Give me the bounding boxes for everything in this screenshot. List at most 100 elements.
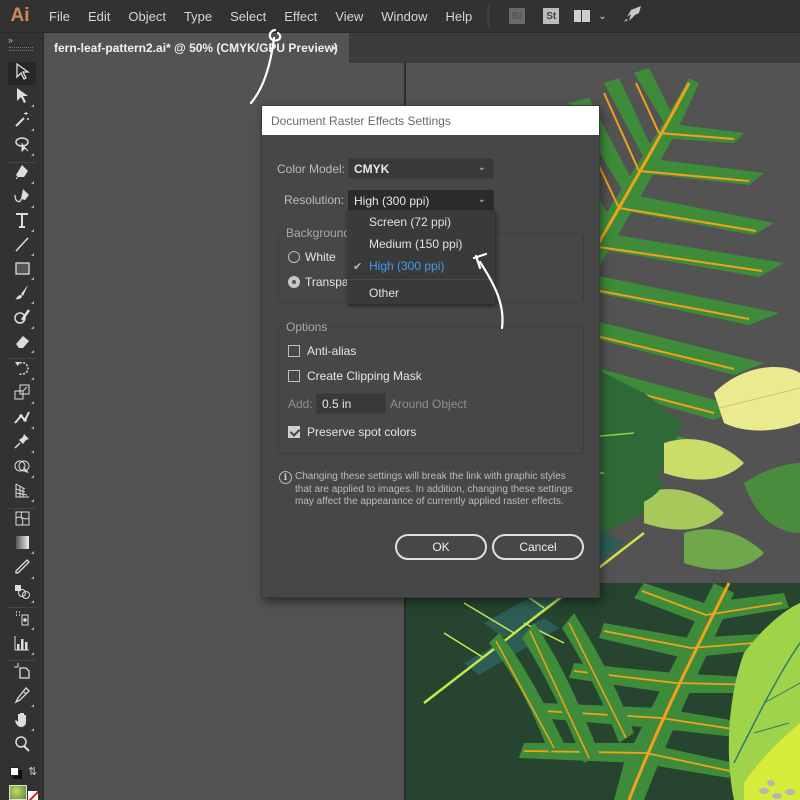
flyout-indicator-icon xyxy=(31,499,34,502)
stroke-swatch-none[interactable] xyxy=(28,791,38,800)
resolution-option-medium[interactable]: Medium (150 ppi) xyxy=(369,237,462,251)
stock-button[interactable]: St xyxy=(543,8,560,24)
tools-panel: ›› ⇅ xyxy=(0,33,44,800)
toolbar-divider xyxy=(8,660,36,661)
menu-type[interactable]: Type xyxy=(175,0,221,33)
color-model-select[interactable]: CMYK ⌄ xyxy=(348,158,494,179)
fill-swatch[interactable] xyxy=(9,785,27,800)
document-tab-bar: fern-leaf-pattern2.ai* @ 50% (CMYK/GPU P… xyxy=(44,33,800,63)
preserve-spot-colors-label: Preserve spot colors xyxy=(307,425,417,439)
magic-wand-tool[interactable] xyxy=(8,110,36,133)
anti-alias-checkbox[interactable]: Anti-alias xyxy=(288,344,356,358)
flyout-indicator-icon xyxy=(31,704,34,707)
pale-leaf xyxy=(714,367,800,431)
flyout-indicator-icon xyxy=(31,728,34,731)
menu-window[interactable]: Window xyxy=(372,0,436,33)
document-tab-title: fern-leaf-pattern2.ai* @ 50% (CMYK/GPU P… xyxy=(54,41,338,55)
rotate-icon xyxy=(13,359,31,382)
chevron-down-icon: ⌄ xyxy=(477,194,486,205)
pin-tool[interactable] xyxy=(8,432,36,455)
pen-tool[interactable] xyxy=(8,163,36,186)
eyedropper-tool[interactable] xyxy=(8,558,36,581)
artboard-tool[interactable] xyxy=(8,662,36,685)
blend-tool[interactable] xyxy=(8,582,36,605)
gradient-icon xyxy=(13,533,31,556)
clipping-mask-checkbox[interactable]: Create Clipping Mask xyxy=(288,369,422,383)
menu-edit[interactable]: Edit xyxy=(79,0,119,33)
scale-tool[interactable] xyxy=(8,383,36,406)
dialog-title-bar[interactable]: Document Raster Effects Settings xyxy=(262,106,599,135)
collapse-panel-icon[interactable]: ›› xyxy=(8,35,13,45)
document-tab[interactable]: fern-leaf-pattern2.ai* @ 50% (CMYK/GPU P… xyxy=(44,33,349,63)
radio-white-label: White xyxy=(305,250,336,264)
eraser-tool[interactable] xyxy=(8,332,36,355)
menu-divider xyxy=(487,5,491,27)
line-segment-icon xyxy=(13,235,31,258)
paintbrush-icon xyxy=(13,283,31,306)
add-amount-input[interactable]: 0.5 in xyxy=(316,393,386,414)
menu-file[interactable]: File xyxy=(40,0,79,33)
perspective-grid-tool[interactable] xyxy=(8,481,36,504)
puppet-warp-icon xyxy=(13,408,31,431)
type-tool[interactable] xyxy=(8,211,36,234)
workspace-layout-icon xyxy=(574,10,591,22)
zoom-tool[interactable] xyxy=(8,735,36,758)
swap-colors-icon[interactable]: ⇅ xyxy=(28,765,37,778)
chevron-down-icon: ⌄ xyxy=(598,10,607,22)
close-tab-icon[interactable]: ✕ xyxy=(330,42,339,55)
resolution-option-other[interactable]: Other xyxy=(369,286,399,300)
default-colors-icon[interactable] xyxy=(10,767,19,776)
radio-transparent[interactable]: Transpa xyxy=(288,275,349,289)
resolution-select[interactable]: High (300 ppi) ⌄ xyxy=(348,190,494,211)
workspace-switcher-button[interactable]: ⌄ xyxy=(574,10,607,22)
line-segment-tool[interactable] xyxy=(8,235,36,258)
column-graph-tool[interactable] xyxy=(8,634,36,657)
mesh-icon xyxy=(13,509,31,532)
puppet-warp-tool[interactable] xyxy=(8,408,36,431)
ok-button[interactable]: OK xyxy=(395,534,487,560)
rocket-icon[interactable] xyxy=(623,5,643,28)
panel-grip[interactable] xyxy=(9,47,33,51)
resolution-label: Resolution: xyxy=(284,193,345,207)
lasso-tool[interactable] xyxy=(8,135,36,158)
radio-white[interactable]: White xyxy=(288,250,336,264)
curvature-tool[interactable] xyxy=(8,187,36,210)
flyout-indicator-icon xyxy=(31,205,34,208)
hand-tool[interactable] xyxy=(8,710,36,733)
shaper-tool[interactable] xyxy=(8,308,36,331)
bridge-button[interactable]: Br xyxy=(509,8,526,24)
selection-tool[interactable] xyxy=(8,62,36,85)
menu-view[interactable]: View xyxy=(326,0,372,33)
menu-select[interactable]: Select xyxy=(221,0,275,33)
background-group-title: Background xyxy=(286,226,351,240)
flyout-indicator-icon xyxy=(31,253,34,256)
direct-selection-tool[interactable] xyxy=(8,86,36,109)
preserve-spot-colors-checkbox[interactable]: Preserve spot colors xyxy=(288,425,416,439)
gradient-tool[interactable] xyxy=(8,533,36,556)
menu-help[interactable]: Help xyxy=(436,0,481,33)
shape-builder-tool[interactable] xyxy=(8,457,36,480)
resolution-option-high[interactable]: High (300 ppi) xyxy=(369,259,444,273)
cancel-button[interactable]: Cancel xyxy=(492,534,584,560)
menu-effect[interactable]: Effect xyxy=(275,0,326,33)
radio-transparent-label: Transpa xyxy=(305,275,349,289)
flyout-indicator-icon xyxy=(31,600,34,603)
mesh-tool[interactable] xyxy=(8,509,36,532)
type-icon xyxy=(13,211,31,234)
paintbrush-tool[interactable] xyxy=(8,283,36,306)
rectangle-tool[interactable] xyxy=(8,259,36,282)
slice-tool[interactable] xyxy=(8,686,36,709)
perspective-grid-icon xyxy=(13,481,31,504)
menu-object[interactable]: Object xyxy=(119,0,175,33)
color-model-value: CMYK xyxy=(354,161,390,176)
flyout-indicator-icon xyxy=(31,426,34,429)
rotate-tool[interactable] xyxy=(8,359,36,382)
flyout-indicator-icon xyxy=(31,450,34,453)
symbol-sprayer-tool[interactable] xyxy=(8,609,36,632)
chevron-down-icon: ⌄ xyxy=(477,162,486,173)
flyout-indicator-icon xyxy=(31,401,34,404)
fill-stroke-swap[interactable]: ⇅ xyxy=(8,765,38,781)
illustrator-window: Ai File Edit Object Type Select Effect V… xyxy=(0,0,800,800)
flyout-indicator-icon xyxy=(31,104,34,107)
resolution-option-screen[interactable]: Screen (72 ppi) xyxy=(369,215,451,229)
